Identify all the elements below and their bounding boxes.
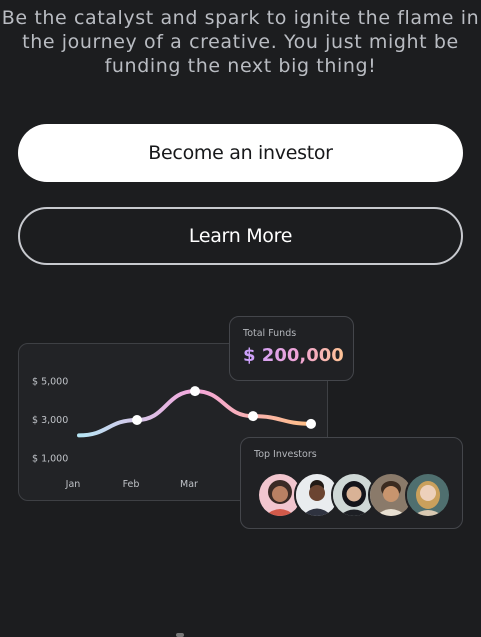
- x-tick-label: Jan: [65, 479, 81, 490]
- y-tick-label: $ 1,000: [32, 454, 68, 465]
- home-indicator: [176, 633, 184, 637]
- total-funds-value: $ 200,000: [243, 345, 344, 366]
- top-investors-label: Top Investors: [254, 449, 317, 460]
- hero-tagline: Be the catalyst and spark to ignite the …: [1, 7, 480, 77]
- x-tick-label: Feb: [123, 479, 140, 490]
- learn-more-button[interactable]: Learn More: [18, 207, 463, 265]
- top-investors-card: Top Investors: [240, 437, 463, 529]
- avatar[interactable]: [405, 472, 451, 518]
- y-tick-label: $ 3,000: [32, 415, 68, 426]
- series-line: [77, 389, 313, 438]
- total-funds-card: Total Funds $ 200,000: [229, 316, 354, 381]
- become-investor-button[interactable]: Become an investor: [18, 124, 463, 182]
- data-point[interactable]: [190, 386, 200, 397]
- data-point[interactable]: [132, 415, 142, 425]
- data-point[interactable]: [248, 411, 258, 422]
- y-tick-label: $ 5,000: [32, 377, 68, 388]
- x-tick-label: Mar: [180, 479, 198, 490]
- data-point[interactable]: [306, 418, 316, 429]
- total-funds-label: Total Funds: [243, 328, 297, 339]
